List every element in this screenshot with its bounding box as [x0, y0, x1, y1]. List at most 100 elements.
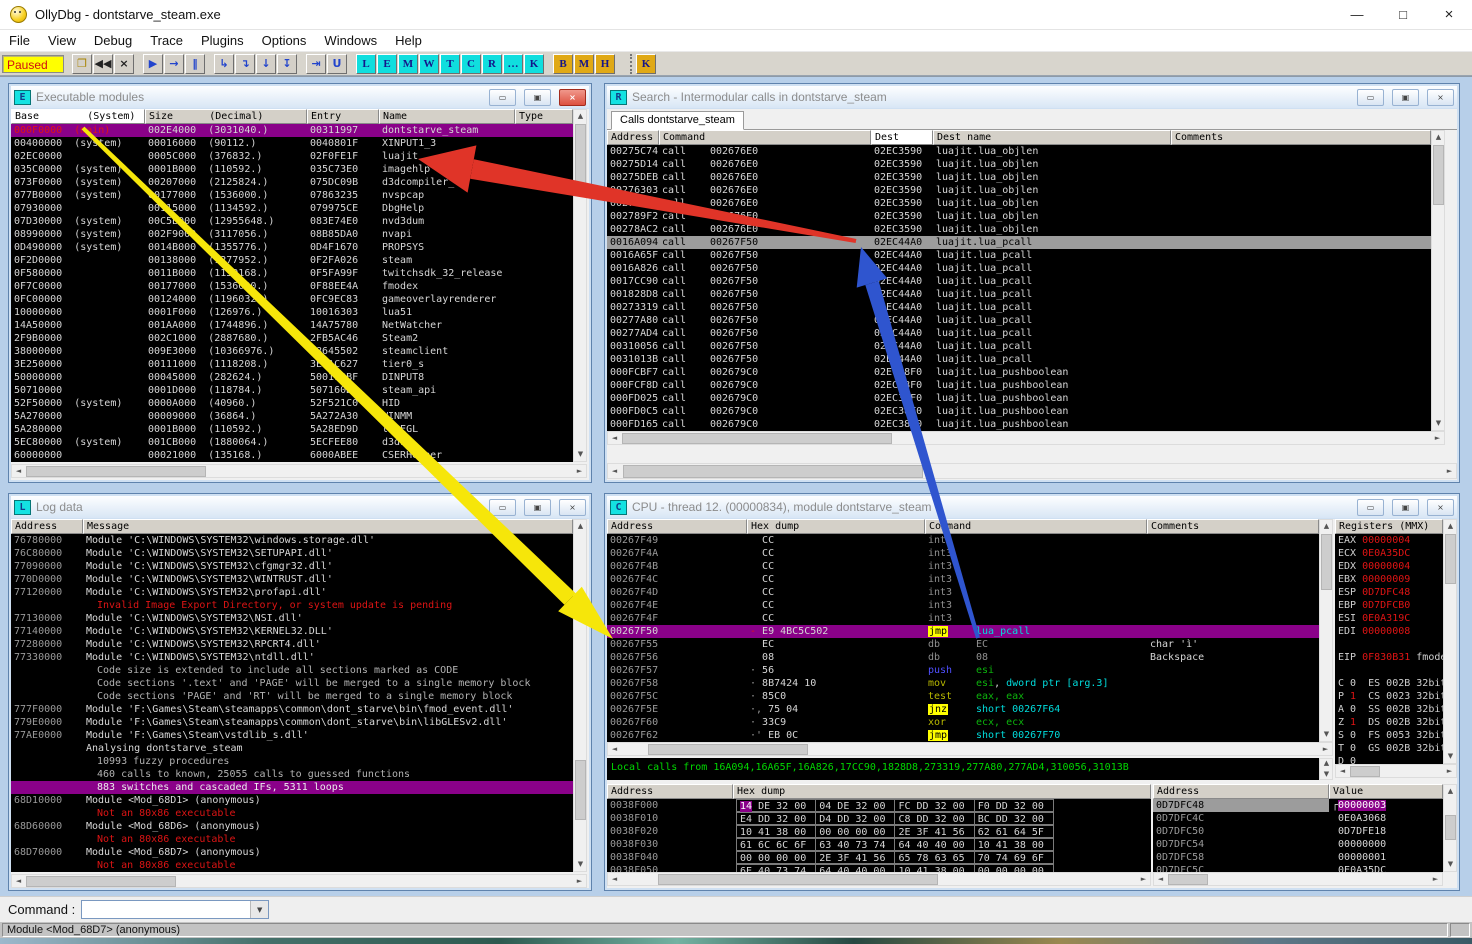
toolbar-button-⇥[interactable]: ⇥ — [306, 53, 326, 74]
module-row-WINMM[interactable]: 5A270000 00009000 (36864.) 5A272A30 WINMM — [11, 410, 573, 423]
toolbar-button-W[interactable]: W — [419, 53, 439, 74]
toolbar-button-‖[interactable]: ‖ — [185, 53, 205, 74]
disasm-row-00267F4D[interactable]: 00267F4D CC int3 — [607, 586, 1319, 599]
log-row[interactable]: 68D60000 Module <Mod_68D6> (anonymous) — [11, 820, 573, 833]
log-vscrollbar[interactable]: ▲ ▼ — [573, 519, 587, 872]
register-edx[interactable]: EDX 00000004 — [1335, 560, 1443, 573]
stack-header-address[interactable]: Address — [1153, 784, 1329, 799]
search-row-00273319[interactable]: 00273319 call 00267F50 02EC44A0 luajit.lua_p… — [607, 301, 1431, 314]
module-row-steam[interactable]: 0F2D0000 00138000 (1277952.) 0F2FA026 steam — [11, 254, 573, 267]
search-window-hscrollbar[interactable]: ◄ ► — [607, 463, 1457, 479]
disasm-row-00267F4F[interactable]: 00267F4F CC int3 — [607, 612, 1319, 625]
log-row[interactable]: 770D0000 Module 'C:\WINDOWS\SYSTEM32\WINT… — [11, 573, 573, 586]
toolbar-button-×[interactable]: × — [114, 53, 134, 74]
flag-a[interactable]: A 0 SS 002B 32bit — [1335, 703, 1443, 716]
stack-row-0D7DFC5C[interactable]: 0D7DFC5C 0E0A35DC — [1153, 864, 1443, 872]
module-row-steam_api[interactable]: 50710000 0001D000 (118784.) 507160D7 steam_… — [11, 384, 573, 397]
module-row-PROPSYS[interactable]: 0D490000 (system) 0014B000 (1355776.) 0D4F… — [11, 241, 573, 254]
register-edi[interactable]: EDI 00000008 — [1335, 625, 1443, 638]
maximize-button[interactable]: □ — [1380, 0, 1426, 29]
menu-item-plugins[interactable]: Plugins — [192, 33, 253, 48]
stack-row-0D7DFC50[interactable]: 0D7DFC50 0D7DFE18 — [1153, 825, 1443, 838]
search-row-000FCF8D[interactable]: 000FCF8D call 002679C0 02EC38F0 luajit.lua_p… — [607, 379, 1431, 392]
toolbar-button-↧[interactable]: ↧ — [277, 53, 297, 74]
disasm-hscrollbar[interactable]: ◄ ► — [607, 742, 1333, 756]
modules-hscrollbar[interactable]: ◄ ► — [11, 464, 587, 478]
module-row-d3dcompiler_43[interactable]: 073F0000 (system) 00207000 (2125824.) 075D… — [11, 176, 573, 189]
toolbar-button-…[interactable]: … — [503, 53, 523, 74]
module-row-XINPUT1_3[interactable]: 00400000 (system) 00016000 (90112.) 004080… — [11, 137, 573, 150]
log-titlebar[interactable]: L Log data ▭ ▣ × — [11, 496, 589, 518]
search-vscrollbar[interactable]: ▲ ▼ — [1431, 130, 1445, 431]
toolbar-button-T[interactable]: T — [440, 53, 460, 74]
toolbar-button-B[interactable]: B — [553, 53, 573, 74]
modules-header-name[interactable]: Name — [379, 109, 515, 124]
module-row-steamclient[interactable]: 38000000 009E3000 (10366976.) 38645502 stea… — [11, 345, 573, 358]
register-ebx[interactable]: EBX 00000009 — [1335, 573, 1443, 586]
stack-row-0D7DFC4C[interactable]: 0D7DFC4C 0E0A3068 — [1153, 812, 1443, 825]
disasm-row-00267F5C[interactable]: 00267F5C · 85C0 test eax, eax — [607, 690, 1319, 703]
flag-c[interactable]: C 0 ES 002B 32bit — [1335, 677, 1443, 690]
search-restore-button[interactable]: ▣ — [1392, 88, 1419, 106]
modules-vscrollbar[interactable]: ▲ ▼ — [573, 109, 587, 462]
search-row-0016A65F[interactable]: 0016A65F call 00267F50 02EC44A0 luajit.lua_p… — [607, 249, 1431, 262]
log-close-button[interactable]: × — [559, 498, 586, 516]
search-row-00275C74[interactable]: 00275C74 call 002676E0 02EC3590 luajit.lua_o… — [607, 145, 1431, 158]
toolbar-button-R[interactable]: R — [482, 53, 502, 74]
module-row-fmodex[interactable]: 0F7C0000 00177000 (1536000.) 0F88EE4A fmode… — [11, 280, 573, 293]
search-row-00278AC2[interactable]: 00278AC2 call 002676E0 02EC3590 luajit.lua_o… — [607, 223, 1431, 236]
module-row-Steam2[interactable]: 2F9B0000 002C1000 (2887680.) 2FB5AC46 Steam… — [11, 332, 573, 345]
infoline-scroll[interactable]: ▲ ▼ — [1319, 758, 1333, 780]
disasm-row-00267F57[interactable]: 00267F57 · 56 push esi — [607, 664, 1319, 677]
register-esp[interactable]: ESP 0D7DFC48 — [1335, 586, 1443, 599]
modules-restore-button[interactable]: ▣ — [524, 88, 551, 106]
log-header-message[interactable]: Message — [83, 519, 573, 534]
log-minimize-button[interactable]: ▭ — [489, 498, 516, 516]
module-row-tier0_s[interactable]: 3E250000 00111000 (1118208.) 3E2AC627 tier0… — [11, 358, 573, 371]
disasm-row-00267F4C[interactable]: 00267F4C CC int3 — [607, 573, 1319, 586]
toolbar-button-↴[interactable]: ↴ — [235, 53, 255, 74]
log-row[interactable]: 883 switches and cascaded IFs, 5311 loop… — [11, 781, 573, 794]
search-row-0027796F[interactable]: 0027796F call 002676E0 02EC3590 luajit.lua_o… — [607, 197, 1431, 210]
toolbar-button-↳[interactable]: ↳ — [214, 53, 234, 74]
cpu-close-button[interactable]: × — [1427, 498, 1454, 516]
log-row[interactable]: Invalid Image Export Directory, or syste… — [11, 599, 573, 612]
dump-row-0038F050[interactable]: 0038F050 6E 40 73 74 64 40 40 00 10 41 38 0… — [607, 864, 1151, 872]
module-row-CSERHelper[interactable]: 60000000 00021000 (135168.) 6000ABEE CSERHe… — [11, 449, 573, 462]
log-row[interactable]: 77280000 Module 'C:\WINDOWS\SYSTEM32\RPCR… — [11, 638, 573, 651]
module-row-DINPUT8[interactable]: 50000000 00045000 (282624.) 500190BF DINPUT… — [11, 371, 573, 384]
dump-header-hexdump[interactable]: Hex dump — [733, 784, 1151, 799]
disasm-row-00267F49[interactable]: 00267F49 CC int3 — [607, 534, 1319, 547]
disasm-row-00267F50[interactable]: 00267F50 - E9 4BC5C502 jmp lua_pcall — [607, 625, 1319, 638]
dump-row-0038F030[interactable]: 0038F030 61 6C 6C 6F 63 40 73 74 64 40 40 0… — [607, 838, 1151, 851]
module-row-nvd3dum[interactable]: 07D30000 (system) 00C5B000 (12955648.) 083… — [11, 215, 573, 228]
log-restore-button[interactable]: ▣ — [524, 498, 551, 516]
disasm-row-00267F55[interactable]: 00267F55 EC db EC char 'ì' — [607, 638, 1319, 651]
search-row-00310056[interactable]: 00310056 call 00267F50 02EC44A0 luajit.lua_p… — [607, 340, 1431, 353]
disasm-row-00267F4E[interactable]: 00267F4E CC int3 — [607, 599, 1319, 612]
log-row[interactable]: 77090000 Module 'C:\WINDOWS\SYSTEM32\cfgm… — [11, 560, 573, 573]
dump-row-0038F040[interactable]: 0038F040 00 00 00 00 2E 3F 41 56 65 78 63 6… — [607, 851, 1151, 864]
search-row-0016A094[interactable]: 0016A094 call 00267F50 02EC44A0 luajit.lua_p… — [607, 236, 1431, 249]
search-header-command[interactable]: Command — [659, 130, 871, 145]
menu-item-windows[interactable]: Windows — [315, 33, 386, 48]
toolbar-button-→[interactable]: → — [164, 53, 184, 74]
menu-item-file[interactable]: File — [0, 33, 39, 48]
log-row[interactable]: 77330000 Module 'C:\WINDOWS\SYSTEM32\ntdl… — [11, 651, 573, 664]
register-eax[interactable]: EAX 00000004 — [1335, 534, 1443, 547]
module-row-gameoverlayrenderer[interactable]: 0FC00000 00124000 (1196032.) 0FC9EC83 gameo… — [11, 293, 573, 306]
dump-row-0038F000[interactable]: 0038F000 14 DE 32 00 04 DE 32 00 FC DD 32 0… — [607, 799, 1151, 812]
log-header-address[interactable]: Address — [11, 519, 83, 534]
log-row[interactable]: Code sections 'PAGE' and 'RT' will be me… — [11, 690, 573, 703]
register-ebp[interactable]: EBP 0D7DFCB0 — [1335, 599, 1443, 612]
dump-header-address[interactable]: Address — [607, 784, 733, 799]
log-row[interactable]: 777F0000 Module 'F:\Games\Steam\steamapps… — [11, 703, 573, 716]
search-row-00276303[interactable]: 00276303 call 002676E0 02EC3590 luajit.lua_o… — [607, 184, 1431, 197]
executable-modules-titlebar[interactable]: E Executable modules ▭ ▣ × — [11, 86, 589, 108]
log-row[interactable]: 10993 fuzzy procedures — [11, 755, 573, 768]
log-row[interactable]: 460 calls to known, 25055 calls to guess… — [11, 768, 573, 781]
log-row[interactable]: Analysing dontstarve_steam — [11, 742, 573, 755]
module-row-NetWatcher[interactable]: 14A50000 001AA000 (1744896.) 14A75780 NetWa… — [11, 319, 573, 332]
log-row[interactable]: 76C80000 Module 'C:\WINDOWS\SYSTEM32\SETU… — [11, 547, 573, 560]
minimize-button[interactable]: — — [1334, 0, 1380, 29]
